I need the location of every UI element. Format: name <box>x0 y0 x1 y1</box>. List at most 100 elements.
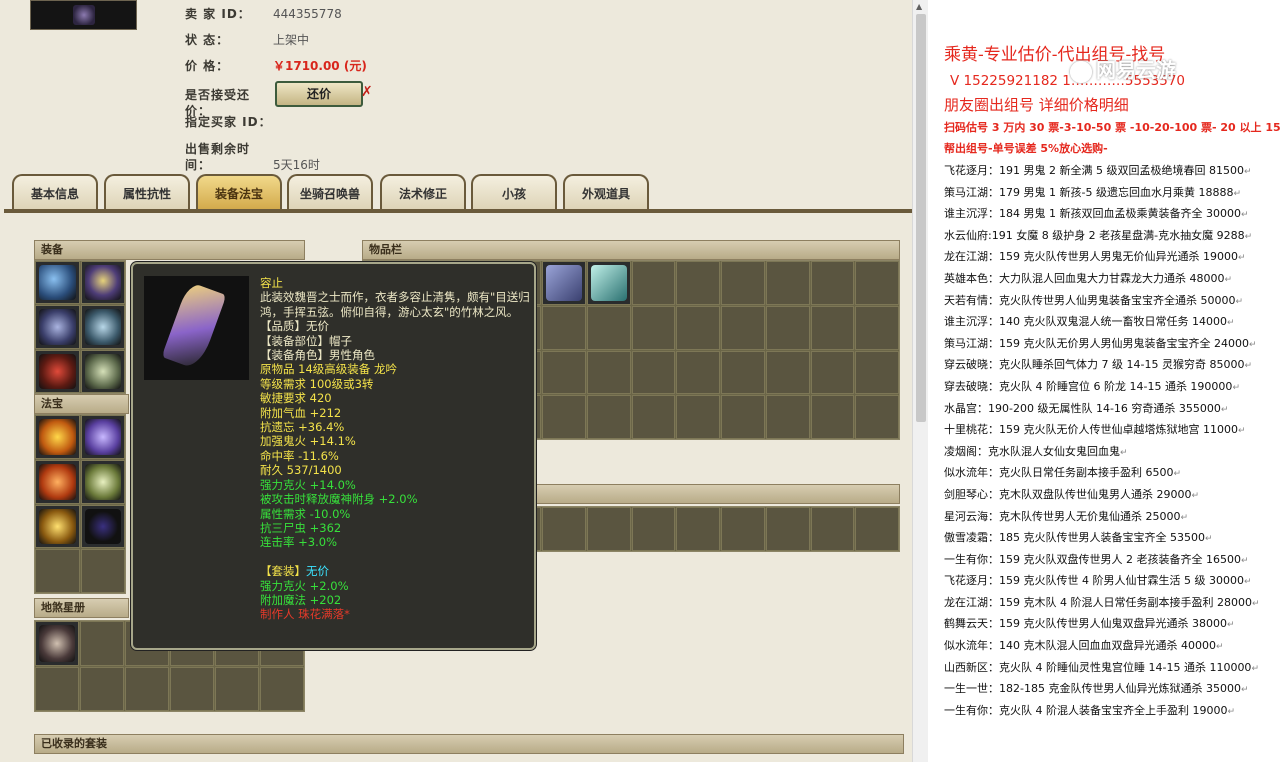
item-slot[interactable] <box>765 305 810 350</box>
item-slot[interactable] <box>676 350 720 395</box>
fabao-slot-empty[interactable] <box>80 549 125 593</box>
storage-slot[interactable] <box>855 507 899 551</box>
tooltip-text: 容止 此装效魏晋之士而作，衣者多容止清隽，颇有"目送归鸿，手挥五弦。俯仰自得，游… <box>260 276 530 622</box>
dishaxing-slot[interactable] <box>35 621 79 666</box>
dishaxing-slot-empty[interactable] <box>80 621 124 666</box>
item-slot[interactable] <box>631 395 676 439</box>
tooltip-set-effect: 强力克火 +2.0% <box>260 578 349 593</box>
tooltip-line: 抗遗忘 +36.4% <box>260 420 345 435</box>
item-slot[interactable] <box>586 261 631 305</box>
fabao-slot[interactable] <box>35 504 80 549</box>
tooltip-maker: 制作人 珠花满落* <box>260 607 350 622</box>
item-slot[interactable] <box>855 305 899 350</box>
storage-slot[interactable] <box>631 507 676 551</box>
no-counter-icon: ✗ <box>361 84 373 100</box>
item-slot[interactable] <box>810 305 855 350</box>
seller-id-row: 卖 家 ID： 444355778 <box>185 6 342 22</box>
vertical-scrollbar[interactable]: ▲ <box>912 0 928 762</box>
item-slot[interactable] <box>855 261 899 305</box>
list-item: 一生有你：159 克火队双盘传世男人 2 老孩装备齐全 16500↵ <box>944 552 1249 566</box>
tab-equipment[interactable]: 装备法宝 <box>196 174 282 210</box>
item-slot[interactable] <box>810 350 855 395</box>
tooltip-line: 原物品 14级高级装备 龙吟 <box>260 362 397 377</box>
buyer-row: 指定买家 ID： <box>185 114 273 130</box>
dishaxing-slot-empty[interactable] <box>260 666 304 711</box>
list-item: 凌烟阁：克水队混人女仙女鬼回血鬼↵ <box>944 444 1128 458</box>
list-item: 策马江湖：159 克火队无价男人男仙男鬼装备宝宝齐全 24000↵ <box>944 336 1257 350</box>
item-slot[interactable] <box>586 395 631 439</box>
fabao-slot[interactable] <box>35 459 80 504</box>
fabao-slot[interactable] <box>80 504 125 549</box>
doc-price-note: 扫码估号 3 万内 30 票-3-10-50 票 -10-20-100 票- 2… <box>944 121 1280 134</box>
fabao-slot[interactable] <box>35 415 80 459</box>
fabao-slot[interactable] <box>80 459 125 504</box>
item-slot[interactable] <box>676 305 720 350</box>
item-slot[interactable] <box>631 350 676 395</box>
item-slot[interactable] <box>721 261 765 305</box>
list-item: 鹤舞云天：159 克火队传世男人仙鬼双盘异光通杀 38000↵ <box>944 617 1235 631</box>
equip-slot-belt[interactable] <box>35 349 80 393</box>
counter-offer-button[interactable]: 还价 <box>275 81 363 107</box>
item-slot[interactable] <box>631 261 676 305</box>
equip-slot-shoes[interactable] <box>80 349 125 393</box>
storage-slot[interactable] <box>542 507 586 551</box>
storage-slot[interactable] <box>765 507 810 551</box>
price-label: 价 格： <box>185 59 230 73</box>
seller-id-label: 卖 家 ID： <box>185 7 251 21</box>
item-slot[interactable] <box>586 350 631 395</box>
tooltip-line: 【装备部位】帽子 <box>260 333 352 348</box>
doc-guarantee-note: 帮出组号-单号误差 5%放心选购- <box>944 142 1108 155</box>
item-slot[interactable] <box>676 261 720 305</box>
equip-slot-necklace[interactable] <box>80 305 125 349</box>
tooltip-item-name: 容止 <box>260 276 283 290</box>
list-item: 英雄本色：大力队混人回血鬼大力甘霖龙大力通杀 48000↵ <box>944 271 1233 285</box>
storage-slot[interactable] <box>676 507 720 551</box>
item-slot[interactable] <box>810 261 855 305</box>
dishaxing-slot-empty[interactable] <box>35 666 79 711</box>
storage-slot[interactable] <box>721 507 765 551</box>
notes-document: 乘黄-专业估价-代出组号-找号 V 15225921182 1…………55535… <box>928 0 1280 762</box>
dishaxing-slot-empty[interactable] <box>215 666 259 711</box>
dishaxing-slot-empty[interactable] <box>125 666 169 711</box>
tooltip-line: 属性需求 -10.0% <box>260 506 351 521</box>
fabao-slot-empty[interactable] <box>35 549 80 593</box>
item-slot[interactable] <box>855 395 899 439</box>
time-value: 5天16时 <box>273 158 320 172</box>
tooltip-line: 强力克火 +14.0% <box>260 477 356 492</box>
storage-slot[interactable] <box>810 507 855 551</box>
item-slot[interactable] <box>810 395 855 439</box>
item-slot[interactable] <box>721 395 765 439</box>
item-slot[interactable] <box>542 261 586 305</box>
item-tooltip: 容止 此装效魏晋之士而作，衣者多容止清隽，颇有"目送归鸿，手挥五弦。俯仰自得，游… <box>131 262 536 650</box>
equip-slot-hat[interactable] <box>80 261 125 305</box>
tab-basic-info[interactable]: 基本信息 <box>12 174 98 210</box>
item-slot[interactable] <box>765 395 810 439</box>
item-slot[interactable] <box>631 305 676 350</box>
item-slot[interactable] <box>721 350 765 395</box>
fabao-slot[interactable] <box>80 415 125 459</box>
storage-slot[interactable] <box>586 507 631 551</box>
counter-row: 是否接受还价： <box>185 87 273 118</box>
item-slot[interactable] <box>542 350 586 395</box>
item-slot[interactable] <box>676 395 720 439</box>
equip-slot-armor[interactable] <box>35 305 80 349</box>
item-slot[interactable] <box>721 305 765 350</box>
tab-spell-correction[interactable]: 法术修正 <box>380 174 466 210</box>
tab-mounts-pets[interactable]: 坐骑召唤兽 <box>287 174 373 210</box>
equip-slot-weapon[interactable] <box>35 261 80 305</box>
item-slot[interactable] <box>855 350 899 395</box>
item-slot[interactable] <box>586 305 631 350</box>
tab-attributes[interactable]: 属性抗性 <box>104 174 190 210</box>
scroll-up-icon[interactable]: ▲ <box>916 2 922 11</box>
status-row: 状 态： 上架中 <box>185 32 309 48</box>
item-slot[interactable] <box>542 305 586 350</box>
item-slot[interactable] <box>542 395 586 439</box>
item-slot[interactable] <box>765 350 810 395</box>
item-slot[interactable] <box>765 261 810 305</box>
scrollbar-thumb[interactable] <box>916 14 926 422</box>
tab-child[interactable]: 小孩 <box>471 174 557 210</box>
dishaxing-slot-empty[interactable] <box>80 666 124 711</box>
status-value: 上架中 <box>273 33 310 47</box>
dishaxing-slot-empty[interactable] <box>170 666 214 711</box>
tab-appearance[interactable]: 外观道具 <box>563 174 649 210</box>
